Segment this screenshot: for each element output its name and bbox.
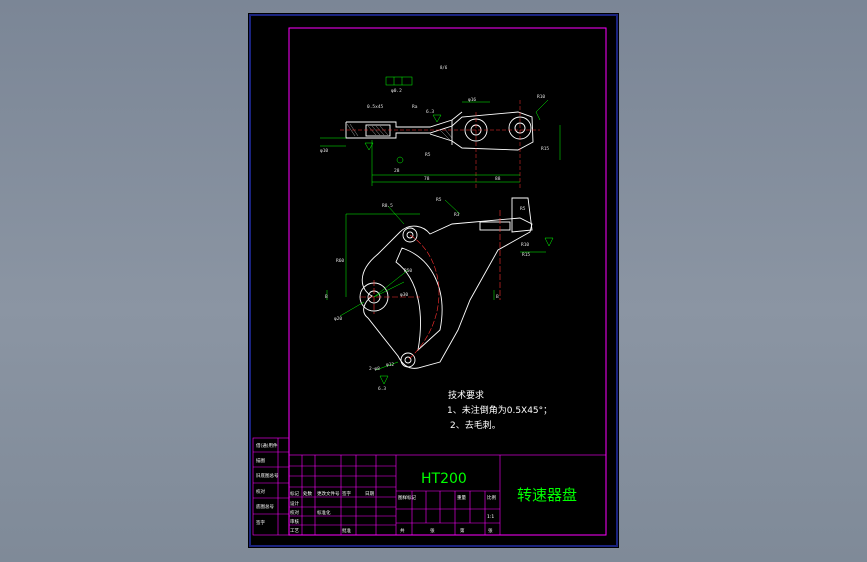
tb-label-sheet-2: 张 xyxy=(488,527,493,534)
tb-label-drawing-mark: 图样标记 xyxy=(398,494,416,501)
tb-label-standard: 标准化 xyxy=(317,509,331,516)
dim-front-ra: 6.3 xyxy=(378,386,386,392)
dim-front-r8-5: R8.5 xyxy=(382,203,393,209)
dim-top-88: 88 xyxy=(495,176,501,182)
dim-front-r60: R60 xyxy=(336,258,344,264)
tech-note-2: 2、去毛刺。 xyxy=(450,419,501,431)
dim-front-r5b: R5 xyxy=(520,206,526,212)
tb-label-change: 更改文件号 xyxy=(317,490,340,497)
tech-requirements-title: 技术要求 xyxy=(448,389,484,401)
dim-top-dia10: φ10 xyxy=(320,148,328,154)
tb-label-audit: 审核 xyxy=(290,518,299,525)
part-name: 转速器盘 xyxy=(517,486,577,504)
dim-top-r10: R10 xyxy=(537,94,545,100)
sheet-ref-label: 8/6 xyxy=(440,65,448,70)
tb-label-mark: 标记 xyxy=(290,490,299,497)
tech-note-1: 1、未注倒角为0.5X45°； xyxy=(447,404,552,416)
dim-top-tolerance: φ0.2 xyxy=(391,88,402,94)
tb-label-total: 共 xyxy=(400,527,405,534)
binding-label-4: 校对 xyxy=(256,488,265,495)
dim-top-chamfer: 0.5x45 xyxy=(367,104,384,110)
dim-front-r15: R15 xyxy=(522,252,530,258)
tb-label-check: 校对 xyxy=(290,509,299,516)
dim-front-r10: R10 xyxy=(521,242,529,248)
dim-top-dia16: φ16 xyxy=(468,97,476,103)
dim-top-ra: Ra xyxy=(412,104,418,110)
binding-label-3: 旧底图总号 xyxy=(256,472,279,479)
binding-label-1: 借(通)用件 xyxy=(256,442,278,449)
dim-front-r5a: R5 xyxy=(436,197,442,203)
dim-front-r3: R3 xyxy=(454,212,460,218)
dim-top-r5: R5 xyxy=(425,152,431,158)
tb-label-design: 设计 xyxy=(290,500,299,507)
tb-label-count: 处数 xyxy=(303,490,312,497)
binding-label-5: 底图总号 xyxy=(256,503,274,510)
cad-viewport[interactable]: 借(通)用件 描图 旧底图总号 校对 底图总号 签字 标记 处数 更改文件号 签… xyxy=(0,0,867,562)
binding-label-2: 描图 xyxy=(256,457,265,464)
dim-front-dia12: φ12 xyxy=(386,362,394,368)
dim-front-dia20: φ20 xyxy=(334,316,342,322)
dim-front-holes: 2-φ8 xyxy=(369,366,380,372)
dim-top-ra-value: 6.3 xyxy=(426,109,434,115)
binding-label-6: 签字 xyxy=(256,519,265,526)
dim-top-28: 28 xyxy=(394,168,400,174)
sheet-background xyxy=(248,13,619,548)
section-mark-left: B xyxy=(325,294,328,300)
tb-label-sheet-1: 张 xyxy=(430,527,435,534)
section-mark-right: B xyxy=(496,294,499,300)
tb-label-weight: 重量 xyxy=(457,494,466,501)
tb-label-sign: 签字 xyxy=(342,490,351,497)
tb-label-process: 工艺 xyxy=(290,528,299,534)
tb-label-no: 第 xyxy=(460,527,465,534)
tb-label-approve: 批准 xyxy=(342,527,351,534)
dim-top-r15: R15 xyxy=(541,146,549,152)
dim-front-dia30: φ30 xyxy=(400,292,408,298)
tb-label-scale: 比例 xyxy=(487,494,496,501)
dim-top-78: 78 xyxy=(424,176,430,182)
dim-front-r50: R50 xyxy=(404,268,412,274)
tb-label-date: 日期 xyxy=(365,491,374,497)
material-label: HT200 xyxy=(421,471,467,487)
tb-scale-value: 1:1 xyxy=(487,514,494,520)
